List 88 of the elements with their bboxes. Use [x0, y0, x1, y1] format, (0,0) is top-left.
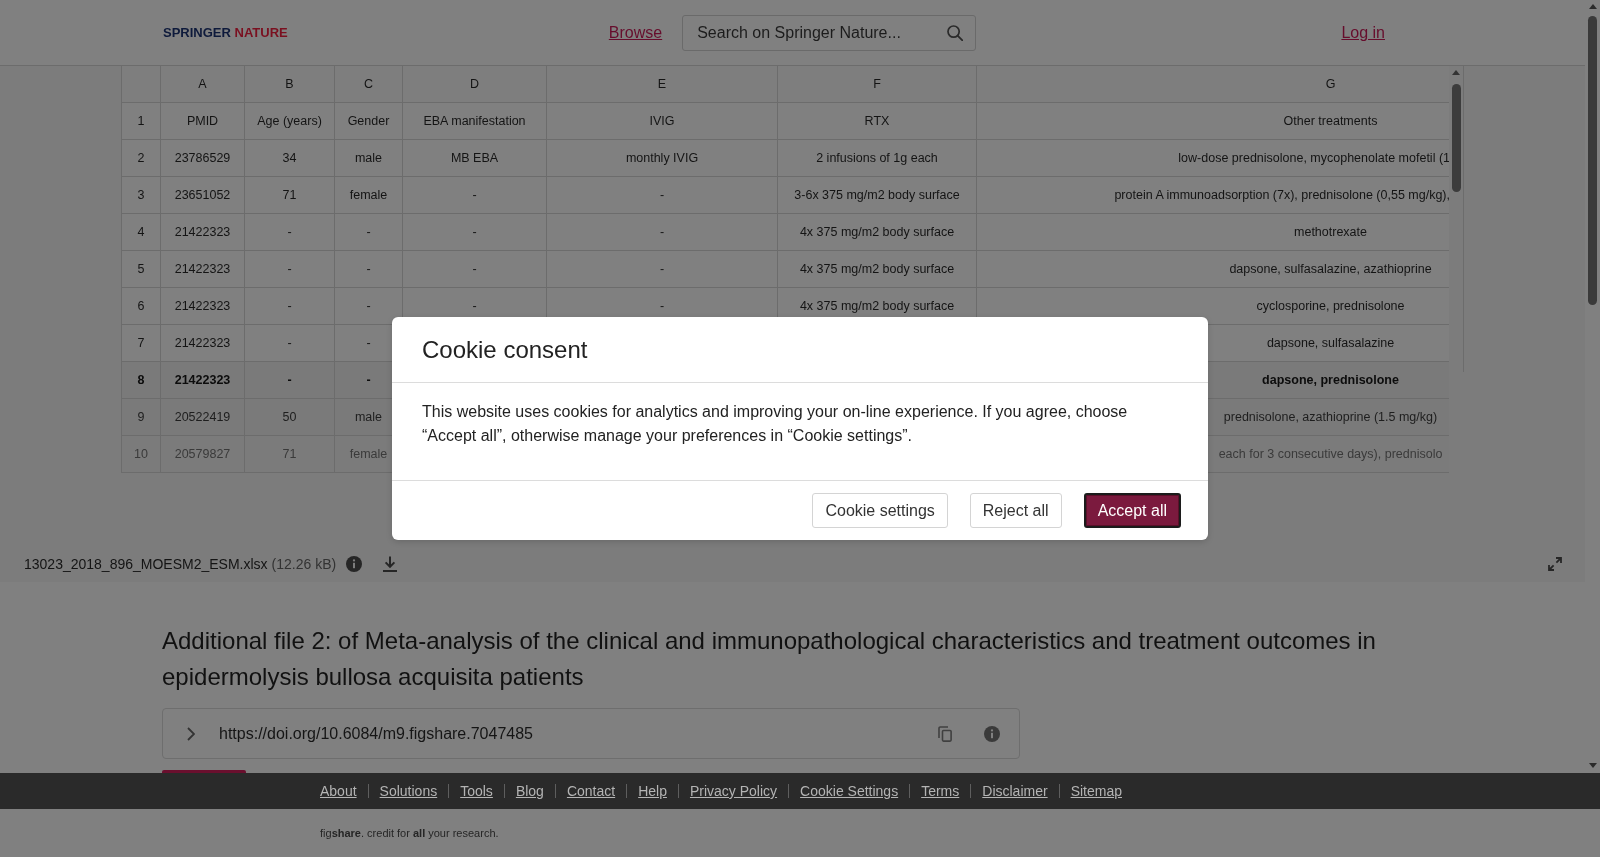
reject-button[interactable]: Reject all [969, 493, 1062, 528]
file-size: (12.26 kB) [271, 556, 337, 572]
row-number: 1 [122, 103, 161, 140]
table-cell: IVIG [547, 103, 778, 140]
row-number: 9 [122, 399, 161, 436]
table-cell: - [403, 214, 547, 251]
search-field[interactable]: Search on Springer Nature... [682, 14, 977, 51]
table-cell: 23786529 [161, 140, 245, 177]
table-cell: 34 [245, 140, 335, 177]
footer-link[interactable]: About [320, 783, 357, 799]
table-cell: 21422323 [161, 214, 245, 251]
row-number: 4 [122, 214, 161, 251]
row-number: 3 [122, 177, 161, 214]
footer-link[interactable]: Disclaimer [982, 783, 1048, 799]
scrollbar-thumb[interactable] [1451, 84, 1461, 192]
table-cell: Gender [335, 103, 403, 140]
table-cell: RTX [778, 103, 977, 140]
table-cell: - [403, 251, 547, 288]
doi-link[interactable]: https://doi.org/10.6084/m9.figshare.7047485 [219, 724, 533, 743]
expand-icon[interactable] [1548, 557, 1562, 571]
column-header: D [403, 66, 547, 103]
table-cell: male [335, 140, 403, 177]
footer-link[interactable]: Contact [566, 783, 616, 799]
row-number: 2 [122, 140, 161, 177]
table-cell: 3-6x 375 mg/m2 body surface [778, 177, 977, 214]
footer-link[interactable]: Help [638, 783, 667, 799]
file-name: 13023_2018_896_MOESM2_ESM.xlsx [24, 556, 268, 572]
row-number: 8 [122, 362, 161, 399]
table-cell: PMID [161, 103, 245, 140]
file-title: Additional file 2: of Meta-analysis of the clinical and immunopathological characteristics and treatment outcomes in epidermolysis bullosa acquisita patients [162, 626, 1377, 692]
footer-link[interactable]: Tools [460, 783, 493, 799]
table-cell: 4x 375 mg/m2 body surface [778, 214, 977, 251]
info-icon[interactable] [984, 725, 1000, 742]
row-number: 10 [122, 436, 161, 473]
scrollbar-thumb[interactable] [1588, 16, 1597, 305]
footer-link[interactable]: Blog [515, 783, 544, 799]
table-scrollbar[interactable] [1449, 66, 1464, 372]
scroll-up-arrow-icon[interactable] [1588, 4, 1597, 9]
download-icon[interactable] [382, 556, 399, 572]
table-cell: 2 infusions of 1g each [778, 140, 977, 177]
column-header: B [245, 66, 335, 103]
chevron-right-icon[interactable] [187, 726, 195, 741]
table-cell: - [245, 362, 335, 399]
table-cell: - [245, 251, 335, 288]
settings-button[interactable]: Cookie settings [812, 493, 948, 528]
column-header: F [778, 66, 977, 103]
table-cell: - [547, 214, 778, 251]
table-cell: - [245, 214, 335, 251]
table-cell: 4x 375 mg/m2 body surface [778, 251, 977, 288]
accept-button[interactable]: Accept all [1083, 493, 1181, 528]
table-cell: 21422323 [161, 288, 245, 325]
table-cell: female [335, 177, 403, 214]
footer-link[interactable]: Terms [921, 783, 960, 799]
footer-link[interactable]: Sitemap [1070, 783, 1122, 799]
scroll-down-arrow-icon[interactable] [1588, 763, 1597, 768]
table-cell: 71 [245, 177, 335, 214]
info-icon[interactable] [346, 556, 363, 572]
copy-icon[interactable] [938, 725, 952, 742]
table-cell: - [245, 288, 335, 325]
table-cell: - [335, 214, 403, 251]
table-cell: monthly IVIG [547, 140, 778, 177]
footer-link[interactable]: Solutions [379, 783, 438, 799]
table-cell: - [335, 251, 403, 288]
dialog-title: Cookie consent [422, 335, 588, 364]
search-icon[interactable] [947, 24, 964, 41]
table-cell: 21422323 [161, 251, 245, 288]
row-number: 5 [122, 251, 161, 288]
table-cell: - [547, 177, 778, 214]
table-cell: - [403, 177, 547, 214]
table-cell: 21422323 [161, 362, 245, 399]
table-cell: Age (years) [245, 103, 335, 140]
table-cell: - [547, 251, 778, 288]
table-cell: 71 [245, 436, 335, 473]
table-cell: 20579827 [161, 436, 245, 473]
column-header: C [335, 66, 403, 103]
table-cell: 23651052 [161, 177, 245, 214]
table-cell: EBA manifestation [403, 103, 547, 140]
table-cell: 20522419 [161, 399, 245, 436]
footer-tagline: figshare. credit for all your research. [320, 826, 500, 841]
footer-link[interactable]: Cookie Settings [800, 783, 899, 799]
scroll-up-arrow-icon[interactable] [1452, 70, 1460, 75]
footer-link[interactable]: Privacy Policy [689, 783, 778, 799]
brand-logo[interactable]: SPRINGER NATURE [163, 25, 288, 40]
column-header: A [161, 66, 245, 103]
row-number: 6 [122, 288, 161, 325]
column-header: E [547, 66, 778, 103]
table-cell: 50 [245, 399, 335, 436]
table-cell: MB EBA [403, 140, 547, 177]
